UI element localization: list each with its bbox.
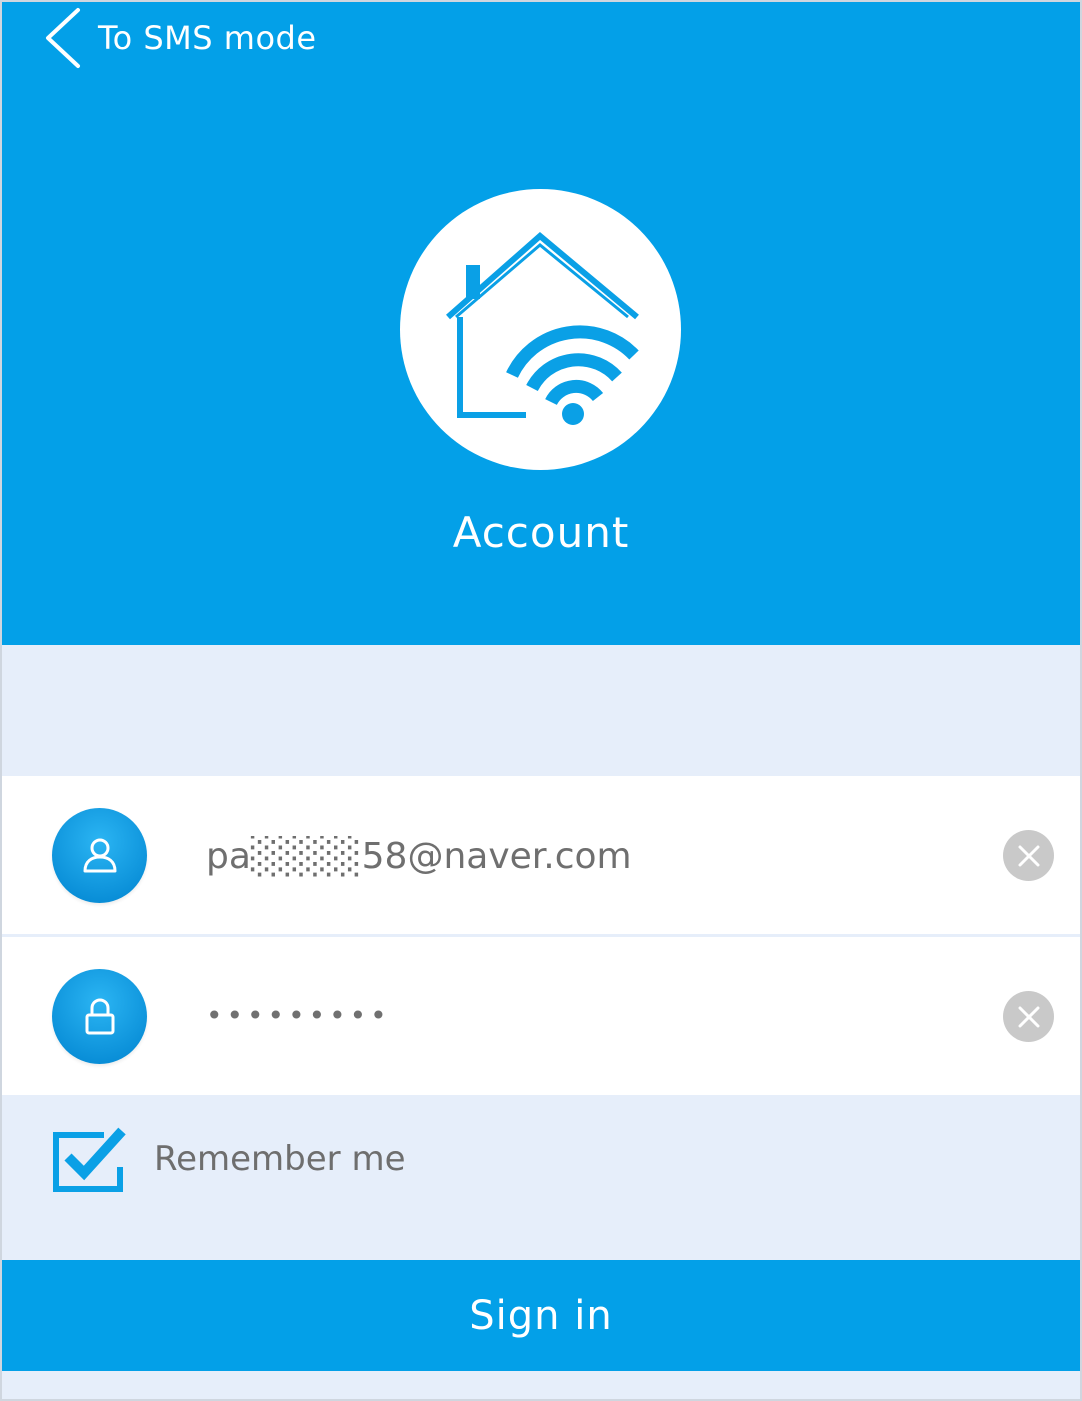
back-label: To SMS mode bbox=[98, 19, 317, 57]
chevron-left-icon bbox=[46, 8, 80, 68]
sign-in-button[interactable]: Sign in bbox=[0, 1260, 1082, 1371]
checkbox-checked-icon bbox=[52, 1125, 126, 1193]
header: To SMS mode Account bbox=[0, 0, 1082, 645]
clear-email-button[interactable] bbox=[1003, 830, 1054, 881]
back-button[interactable]: To SMS mode bbox=[40, 6, 317, 70]
clear-icon bbox=[1018, 1006, 1039, 1027]
clear-icon bbox=[1018, 845, 1039, 866]
email-input[interactable] bbox=[206, 826, 966, 886]
password-input[interactable] bbox=[206, 985, 966, 1045]
page-title: Account bbox=[452, 508, 630, 557]
email-field-row bbox=[0, 776, 1082, 934]
remember-me-checkbox[interactable]: Remember me bbox=[52, 1125, 406, 1193]
password-field-row bbox=[0, 937, 1082, 1095]
user-icon bbox=[52, 808, 147, 903]
clear-password-button[interactable] bbox=[1003, 991, 1054, 1042]
remember-me-label: Remember me bbox=[154, 1139, 406, 1179]
spacer bbox=[0, 645, 1082, 776]
lock-icon bbox=[52, 969, 147, 1064]
home-wifi-icon bbox=[400, 189, 681, 470]
